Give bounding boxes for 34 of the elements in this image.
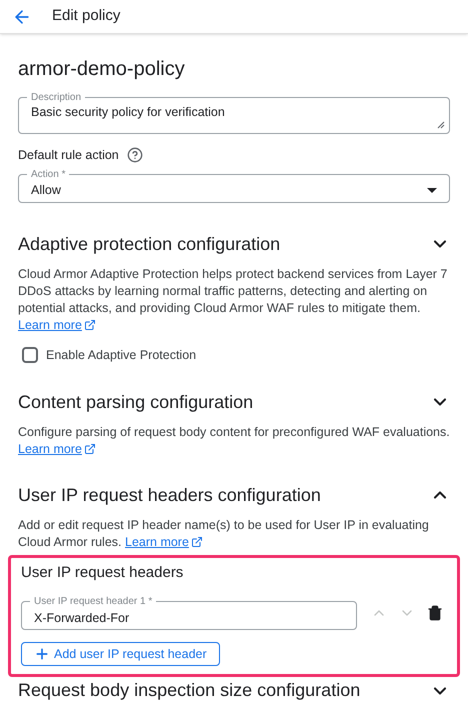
checkbox-label: Enable Adaptive Protection	[46, 346, 196, 364]
description-field[interactable]: Description Basic security policy for verification	[18, 92, 450, 134]
field-heading: Default rule action	[18, 147, 119, 164]
learn-more-link[interactable]: Learn more	[125, 534, 203, 550]
section-description: Add or edit request IP header name(s) to be used for User IP in evaluating Cloud Armor rules. Learn more	[18, 516, 430, 550]
section-heading: Content parsing configuration	[18, 390, 254, 414]
section-description: Cloud Armor Adaptive Protection helps protect backend services from Layer 7 DDoS attacks by learning normal traffic patterns, detecting and alerting on potential attacks, and providing Cloud Armor WAF rules to mitigate them.	[18, 266, 448, 317]
section-description: Configure parsing of request body content for preconfigured WAF evaluations.	[18, 424, 450, 440]
page-title: Edit policy	[52, 6, 120, 26]
select-value: Allow	[31, 182, 61, 200]
field-label: User IP request header 1 *	[33, 596, 154, 607]
checkbox[interactable]	[22, 347, 38, 364]
learn-more-link[interactable]: Learn more	[18, 316, 96, 334]
section-heading: Adaptive protection configuration	[18, 232, 280, 256]
section-heading: Request body inspection size configuration	[18, 679, 360, 702]
policy-name: armor-demo-policy	[18, 57, 186, 82]
help-icon[interactable]	[126, 147, 143, 164]
resize-handle-icon	[437, 121, 445, 129]
delete-icon[interactable]	[427, 605, 443, 621]
field-label: Description	[30, 92, 82, 103]
panel-heading: User IP request headers	[21, 562, 184, 582]
add-header-button[interactable]: Add user IP request header	[21, 642, 220, 666]
action-select[interactable]: Action * Allow	[18, 168, 450, 203]
dropdown-caret-icon	[427, 188, 437, 194]
external-link-icon	[84, 319, 96, 332]
field-value: X-Forwarded-For	[34, 610, 130, 627]
field-label: Action *	[30, 168, 66, 180]
learn-more-link[interactable]: Learn more	[18, 440, 96, 458]
plus-icon	[34, 646, 50, 662]
field-value: Basic security policy for verification	[31, 104, 225, 121]
header-input-field[interactable]: User IP request header 1 * X-Forwarded-For	[21, 596, 357, 630]
external-link-icon	[190, 536, 203, 548]
external-link-icon	[84, 443, 96, 455]
section-heading: User IP request headers configuration	[18, 484, 321, 507]
